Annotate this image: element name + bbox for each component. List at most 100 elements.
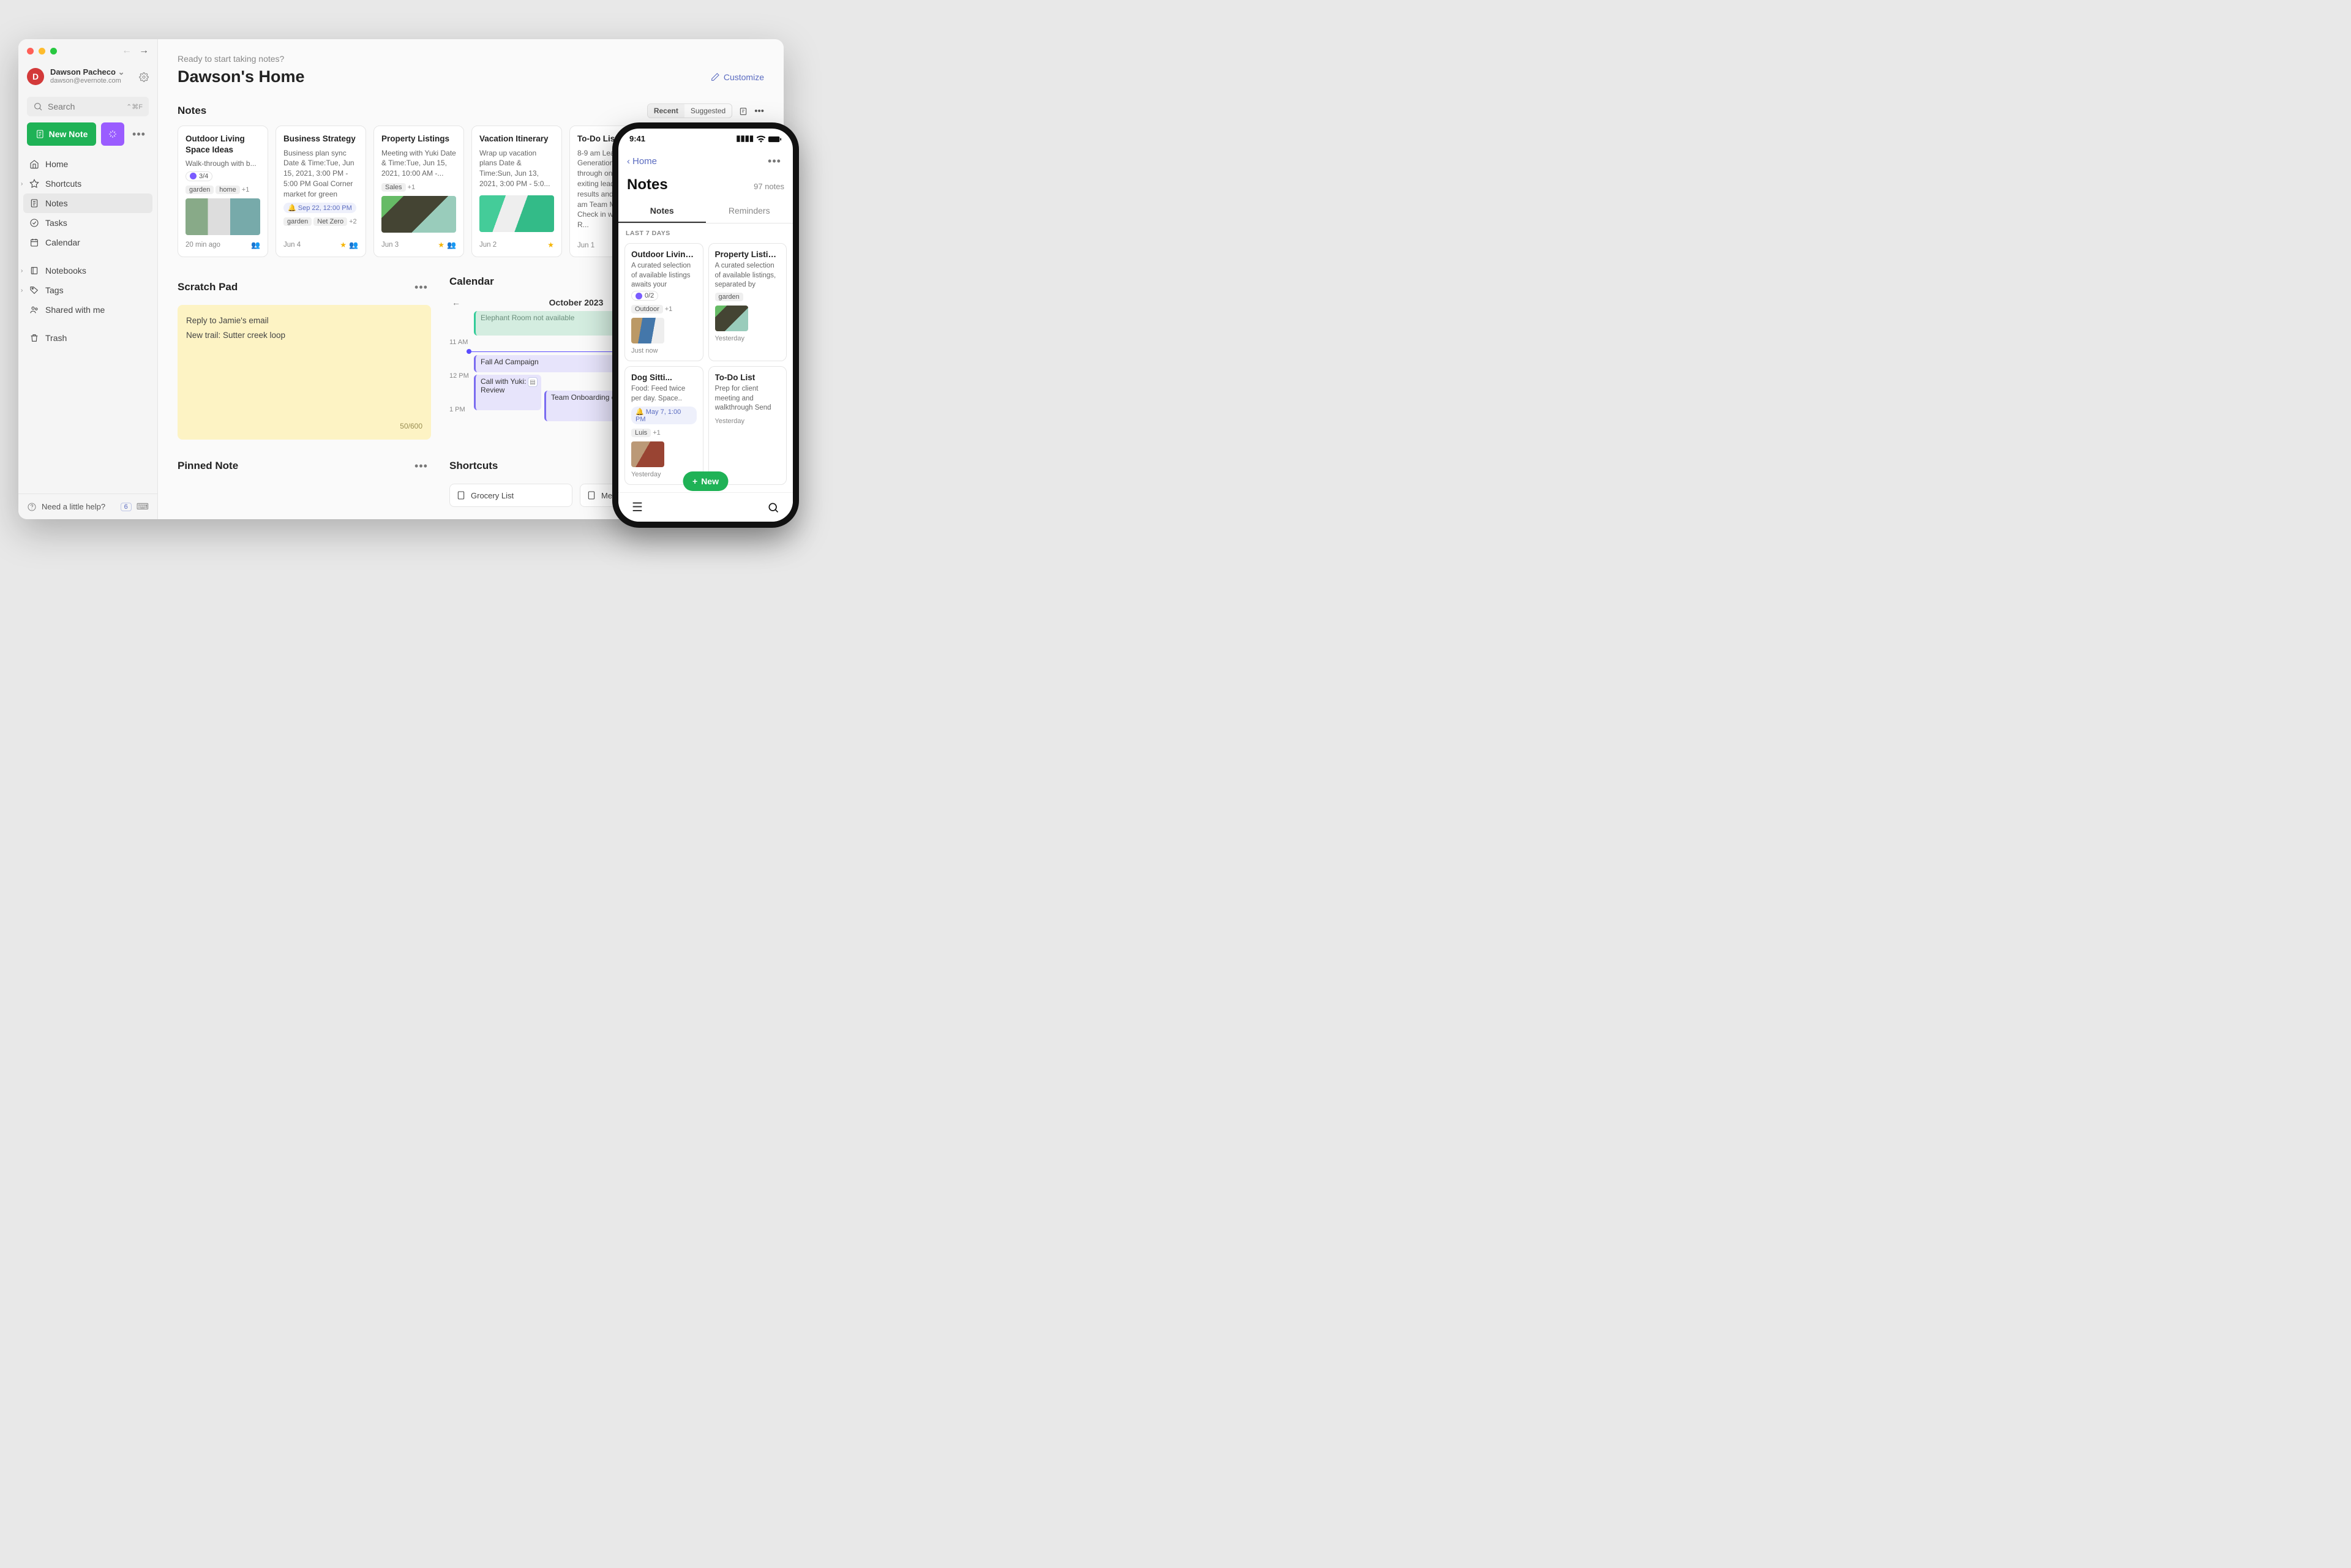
phone-back-button[interactable]: ‹Home — [627, 156, 657, 167]
scratch-more-icon[interactable]: ••• — [411, 276, 431, 299]
nav-notebooks[interactable]: ›Notebooks — [23, 261, 152, 280]
phone-bottom-bar: ☰ — [618, 492, 793, 522]
more-icon[interactable]: ••• — [754, 106, 764, 116]
calendar-icon — [29, 238, 39, 247]
note-card-title: Business Strategy — [283, 133, 358, 144]
search-icon[interactable] — [767, 500, 779, 514]
filter-icon[interactable] — [738, 105, 748, 116]
note-card-title: Outdoor Living Space Ideas — [186, 133, 260, 155]
calendar-title: Calendar — [449, 276, 494, 288]
calendar-prev[interactable]: ← — [452, 298, 460, 307]
phone-note-card[interactable]: Property ListingsA curated selection of … — [708, 243, 787, 361]
back-button[interactable]: ← — [122, 45, 132, 56]
note-card-footer: Jun 3★👥 — [381, 241, 456, 249]
profile[interactable]: D Dawson Pacheco ⌄ dawson@evernote.com — [18, 62, 157, 91]
new-note-button[interactable]: New Note — [27, 122, 96, 146]
phone-note-card[interactable]: To-Do ListPrep for client meeting and wa… — [708, 366, 787, 485]
settings-icon[interactable] — [139, 71, 149, 81]
seg-suggested[interactable]: Suggested — [684, 104, 732, 118]
customize-button[interactable]: Customize — [710, 72, 764, 82]
calendar-event[interactable]: Call with Yuki: Review▤ — [474, 375, 541, 410]
note-thumbnail — [186, 198, 260, 235]
note-card[interactable]: Outdoor Living Space Ideas Walk-through w… — [178, 126, 268, 257]
maximize-window-button[interactable] — [50, 48, 57, 54]
profile-email: dawson@evernote.com — [50, 77, 133, 86]
note-card-title: Property Listings — [381, 133, 456, 144]
note-card[interactable]: Vacation ItineraryWrap up vacation plans… — [471, 126, 562, 257]
nav-notes[interactable]: Notes — [23, 193, 152, 213]
reminder-chip: 🔔 Sep 22, 12:00 PM — [283, 203, 356, 213]
phone-thumbnail — [631, 441, 664, 467]
menu-icon[interactable]: ☰ — [632, 500, 643, 515]
help-icon[interactable] — [27, 501, 37, 512]
update-badge[interactable]: 6 — [121, 503, 132, 511]
tag-chip: Outdoor — [631, 305, 663, 313]
search-shortcut: ⌃⌘F — [126, 103, 143, 111]
check-circle-icon — [29, 218, 39, 228]
nav-tags[interactable]: ›Tags — [23, 280, 152, 300]
phone-note-card[interactable]: Dog Sitti...Food: Feed twice per day. Sp… — [624, 366, 703, 485]
search-input[interactable]: Search ⌃⌘F — [27, 97, 149, 116]
note-card[interactable]: Property Listings Meeting with Yuki Date … — [373, 126, 464, 257]
pinned-title: Pinned Note — [178, 460, 238, 472]
minimize-window-button[interactable] — [39, 48, 45, 54]
phone-tab-notes[interactable]: Notes — [618, 200, 706, 223]
search-placeholder: Search — [48, 102, 75, 111]
note-card-body: Walk-through with b... — [186, 159, 260, 169]
tag-chip: garden — [283, 217, 312, 226]
note-time: Jun 2 — [479, 241, 497, 249]
chevron-left-icon: ‹ — [627, 156, 630, 167]
phone-title-row: Notes 97 notes — [618, 173, 793, 193]
time-label: 1 PM — [449, 406, 465, 413]
nav-shortcuts[interactable]: ›Shortcuts — [23, 174, 152, 193]
nav-home[interactable]: Home — [23, 154, 152, 174]
scratch-pad[interactable]: Reply to Jamie's email New trail: Sutter… — [178, 305, 431, 440]
phone-status-icons: ▮▮▮▮ — [736, 133, 782, 143]
nav-shared[interactable]: Shared with me — [23, 300, 152, 320]
profile-info: Dawson Pacheco ⌄ dawson@evernote.com — [50, 67, 133, 86]
phone-tabs: Notes Reminders — [618, 200, 793, 223]
nav-tasks[interactable]: Tasks — [23, 213, 152, 233]
new-note-label: New Note — [49, 129, 88, 139]
pinned-col: Pinned Note ••• — [178, 454, 431, 507]
note-card-title: Vacation Itinerary — [479, 133, 554, 144]
phone-title: Notes — [627, 176, 668, 193]
phone-thumbnail — [715, 306, 748, 331]
trash-icon — [29, 333, 39, 343]
note-thumbnail — [479, 195, 554, 232]
more-button[interactable]: ••• — [129, 122, 149, 146]
nav-calendar[interactable]: Calendar — [23, 233, 152, 252]
phone-card-body: A curated selection of available listing… — [631, 261, 697, 288]
event-note-icon[interactable]: ▤ — [528, 377, 538, 387]
scratch-line: Reply to Jamie's email — [186, 313, 422, 328]
phone-thumbnail — [631, 318, 664, 343]
phone-new-button[interactable]: +New — [683, 471, 729, 491]
shared-icon: 👥 — [251, 241, 260, 249]
plus-icon: + — [692, 476, 697, 486]
close-window-button[interactable] — [27, 48, 34, 54]
pinned-more-icon[interactable]: ••• — [411, 454, 431, 478]
note-time: 20 min ago — [186, 241, 220, 249]
tag-row: Outdoor+1 — [631, 303, 697, 314]
keyboard-icon[interactable]: ⌨ — [137, 501, 149, 512]
phone-note-card[interactable]: Outdoor Living Sp...A curated selection … — [624, 243, 703, 361]
tag-chip: garden — [715, 293, 743, 301]
tag-chip: garden — [186, 186, 214, 194]
phone-more-icon[interactable]: ••• — [765, 149, 784, 173]
sidebar: ← → D Dawson Pacheco ⌄ dawson@evernote.c… — [18, 39, 158, 519]
note-card[interactable]: Business StrategyBusiness plan sync Date… — [276, 126, 366, 257]
help-label[interactable]: Need a little help? — [42, 502, 105, 511]
note-card-body: Meeting with Yuki Date & Time:Tue, Jun 1… — [381, 148, 456, 179]
note-card-footer: 20 min ago 👥 — [186, 241, 260, 249]
scratch-title: Scratch Pad — [178, 281, 238, 293]
home-icon — [29, 159, 39, 169]
phone-mock: 9:41 ▮▮▮▮ ‹Home ••• Notes 97 notes Notes… — [612, 122, 799, 528]
shortcut-item[interactable]: Grocery List — [449, 484, 572, 507]
nav-trash[interactable]: Trash — [23, 328, 152, 348]
phone-note-count: 97 notes — [754, 182, 784, 191]
seg-recent[interactable]: Recent — [648, 104, 684, 118]
ai-button[interactable] — [101, 122, 124, 146]
phone-tab-reminders[interactable]: Reminders — [706, 200, 793, 223]
forward-button[interactable]: → — [139, 45, 149, 56]
time-label: 12 PM — [449, 372, 469, 380]
